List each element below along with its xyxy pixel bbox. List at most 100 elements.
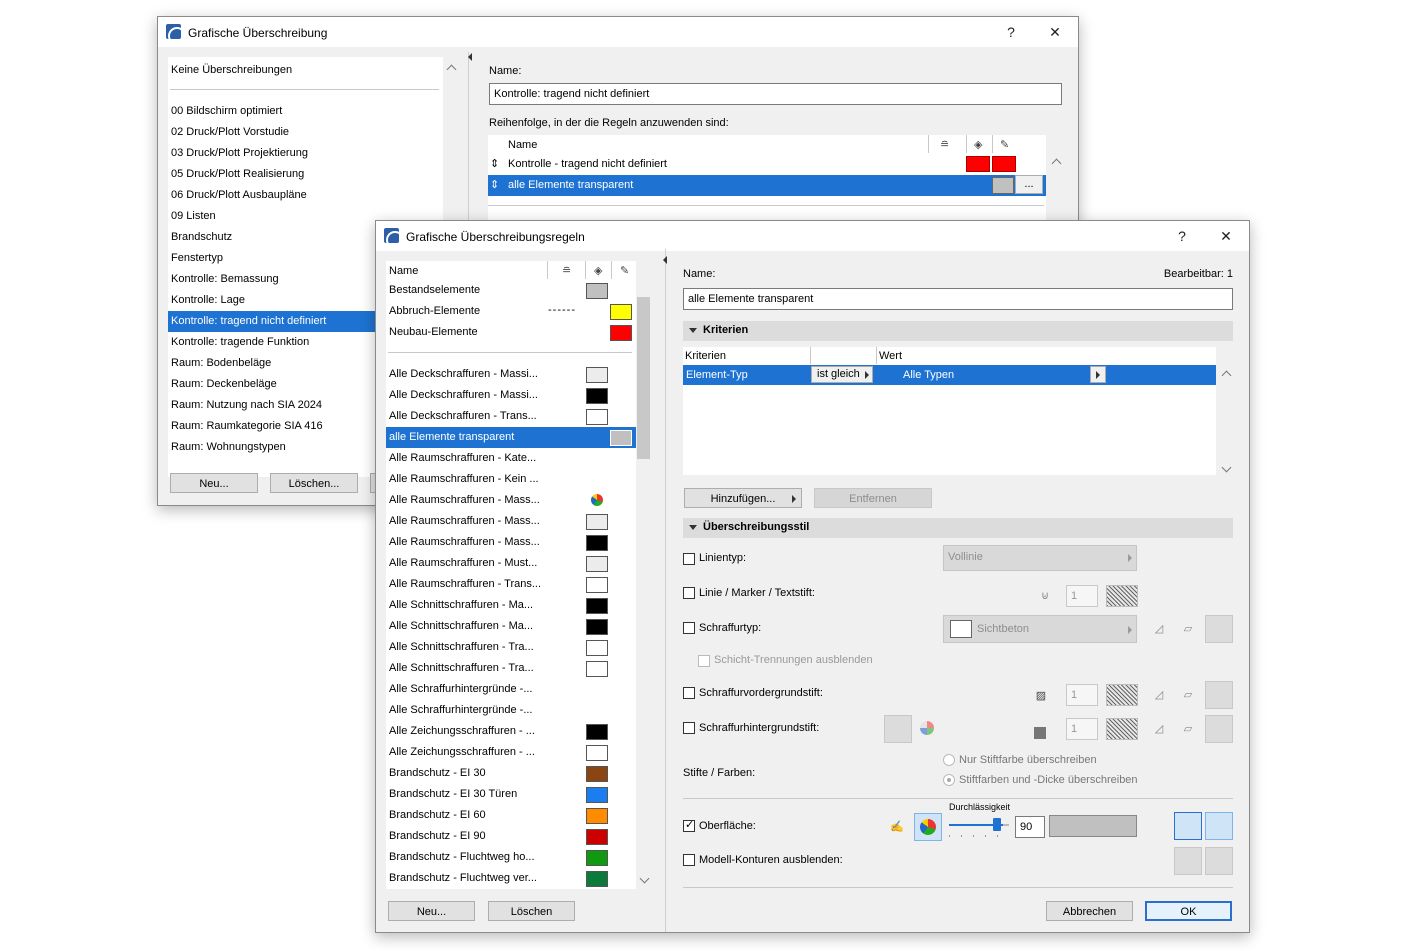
surface-color-button[interactable] [914,813,942,841]
cancel-button[interactable]: Abbrechen [1046,901,1133,921]
color-swatch [586,871,608,887]
color-swatch [586,598,608,614]
pen-color-weight-radio[interactable] [943,774,955,786]
new-button[interactable]: Neu... [388,901,475,921]
list-item-none[interactable]: Keine Überschreibungen [168,60,443,81]
rule-item[interactable]: Abbruch-Elemente [386,301,636,322]
rule-item[interactable]: Alle Schraffurhintergründe -... [386,679,636,700]
help-button[interactable]: ? [998,21,1024,43]
divider [488,205,1044,206]
surface-checkbox[interactable] [683,818,695,832]
scroll-down-arrow[interactable] [1221,464,1231,474]
divider [170,89,439,90]
bg-pen-label: Schraffurhintergrundstift: [699,722,820,734]
hatch-orientation-icon: ◿ [1154,723,1164,735]
hide-contours-checkbox[interactable] [683,854,695,866]
color-swatch [586,829,608,845]
list-item[interactable]: 02 Druck/Plott Vorstudie [168,122,443,143]
fg-pen-number[interactable]: 1 [1066,684,1098,706]
color-swatch [586,745,608,761]
criteria-section-header[interactable]: Kriterien [683,321,1233,341]
surface-mode-1-button[interactable] [1174,812,1202,840]
title-bar[interactable]: Grafische Überschreibungsregeln ? ✕ [376,221,1249,251]
list-item[interactable]: 06 Druck/Plott Ausbaupläne [168,185,443,206]
scroll-up-arrow[interactable] [1051,157,1061,167]
ok-button[interactable]: OK [1145,901,1232,921]
color-swatch [586,724,608,740]
list-item[interactable]: 03 Druck/Plott Projektierung [168,143,443,164]
title-bar[interactable]: Grafische Überschreibung ? ✕ [158,17,1078,47]
rule-row-selected[interactable]: alle Elemente transparent [488,175,1046,196]
collapse-arrow-icon[interactable] [663,256,667,264]
list-item[interactable]: 00 Bildschirm optimiert [168,101,443,122]
transparency-input[interactable]: 90 [1015,816,1045,838]
fg-origin-button[interactable] [1205,681,1233,709]
pen-color-only-radio[interactable] [943,754,955,766]
surface-mode-2-button[interactable] [1205,812,1233,840]
contours-mode-2-button[interactable] [1205,847,1233,875]
rule-label: Alle Raumschraffuren - Kate... [389,452,537,464]
splitter[interactable] [665,249,666,932]
add-criterion-button[interactable]: Hinzufügen... [684,488,802,508]
fill-label: Schraffurtyp: [699,622,762,634]
fill-checkbox[interactable] [683,622,695,634]
contours-mode-1-button[interactable] [1174,847,1202,875]
archicad-icon [166,24,181,39]
rule-name-field[interactable]: alle Elemente transparent [683,288,1233,310]
rule-item[interactable]: Alle Schraffurhintergründe -... [386,700,636,721]
style-section-header[interactable]: Überschreibungsstil [683,518,1233,538]
bg-pen-number[interactable]: 1 [1066,718,1098,740]
surface-color-swatch[interactable] [1049,815,1137,837]
rule-label: Alle Schraffurhintergründe -... [389,683,533,695]
rule-label: Brandschutz - EI 30 [389,767,486,779]
fg-pen-checkbox[interactable] [683,687,695,699]
name-field[interactable]: Kontrolle: tragend nicht definiert [489,83,1062,105]
pen-number[interactable]: 1 [1066,585,1098,607]
close-button[interactable]: ✕ [1213,225,1239,247]
drag-handle-icon[interactable]: ⇕ [490,178,499,191]
delete-button[interactable]: Löschen [488,901,575,921]
fg-pen-pattern-button[interactable] [1106,684,1138,706]
bg-pen-pattern-button[interactable] [1106,718,1138,740]
rules-list: Name ≘ ◈ ✎ Kontrolle - tragend nicht def… [488,135,1046,225]
pen-checkbox[interactable] [683,587,695,599]
rule-label: Alle Raumschraffuren - Mass... [389,494,540,506]
help-button[interactable]: ? [1169,225,1195,247]
operator-dropdown[interactable]: ist gleich [811,366,873,383]
drag-handle-icon[interactable]: ⇕ [490,157,499,170]
rule-item[interactable]: Alle Raumschraffuren - Kate... [386,448,636,469]
rule-swatch [992,177,1014,194]
delete-button[interactable]: Löschen... [270,473,358,493]
close-button[interactable]: ✕ [1042,21,1068,43]
rule-more-button[interactable]: ... [1015,175,1043,194]
fill-dropdown[interactable]: Sichtbeton [943,615,1137,643]
rule-name: Kontrolle - tragend nicht definiert [508,158,667,170]
remove-criterion-button[interactable]: Entfernen [814,488,932,508]
scroll-down-arrow[interactable] [639,875,649,885]
bg-pen-checkbox[interactable] [683,722,695,734]
scroll-up-arrow[interactable] [1221,369,1231,379]
hatch-origin-button[interactable] [1205,615,1233,643]
linetype-dropdown[interactable]: Vollinie [943,545,1137,571]
rule-item[interactable]: Alle Raumschraffuren - Kein ... [386,469,636,490]
scrollbar-thumb[interactable] [637,297,650,459]
list-item[interactable]: 05 Druck/Plott Realisierung [168,164,443,185]
linetype-checkbox[interactable] [683,553,695,565]
rule-fill-swatch [966,156,990,172]
rule-item-selected[interactable]: alle Elemente transparent [386,427,636,448]
transparency-slider-thumb[interactable] [993,818,1001,831]
pen-color-only-label: Nur Stiftfarbe überschreiben [959,754,1097,766]
rule-item[interactable]: Neubau-Elemente [386,322,636,343]
divider [810,347,811,364]
collapse-arrow-icon[interactable] [468,53,472,61]
bg-pen-toggle-button[interactable] [884,715,912,743]
new-button[interactable]: Neu... [170,473,258,493]
value-dropdown-button[interactable] [1090,366,1106,383]
rule-row[interactable]: Kontrolle - tragend nicht definiert [488,154,1046,175]
scroll-up-arrow[interactable] [446,63,456,73]
pen-pattern-button[interactable] [1106,585,1138,607]
hide-layer-separators-checkbox[interactable] [698,655,710,667]
bg-origin-button[interactable] [1205,715,1233,743]
chevron-right-icon [1128,626,1132,634]
style-section-title: Überschreibungsstil [703,521,810,533]
